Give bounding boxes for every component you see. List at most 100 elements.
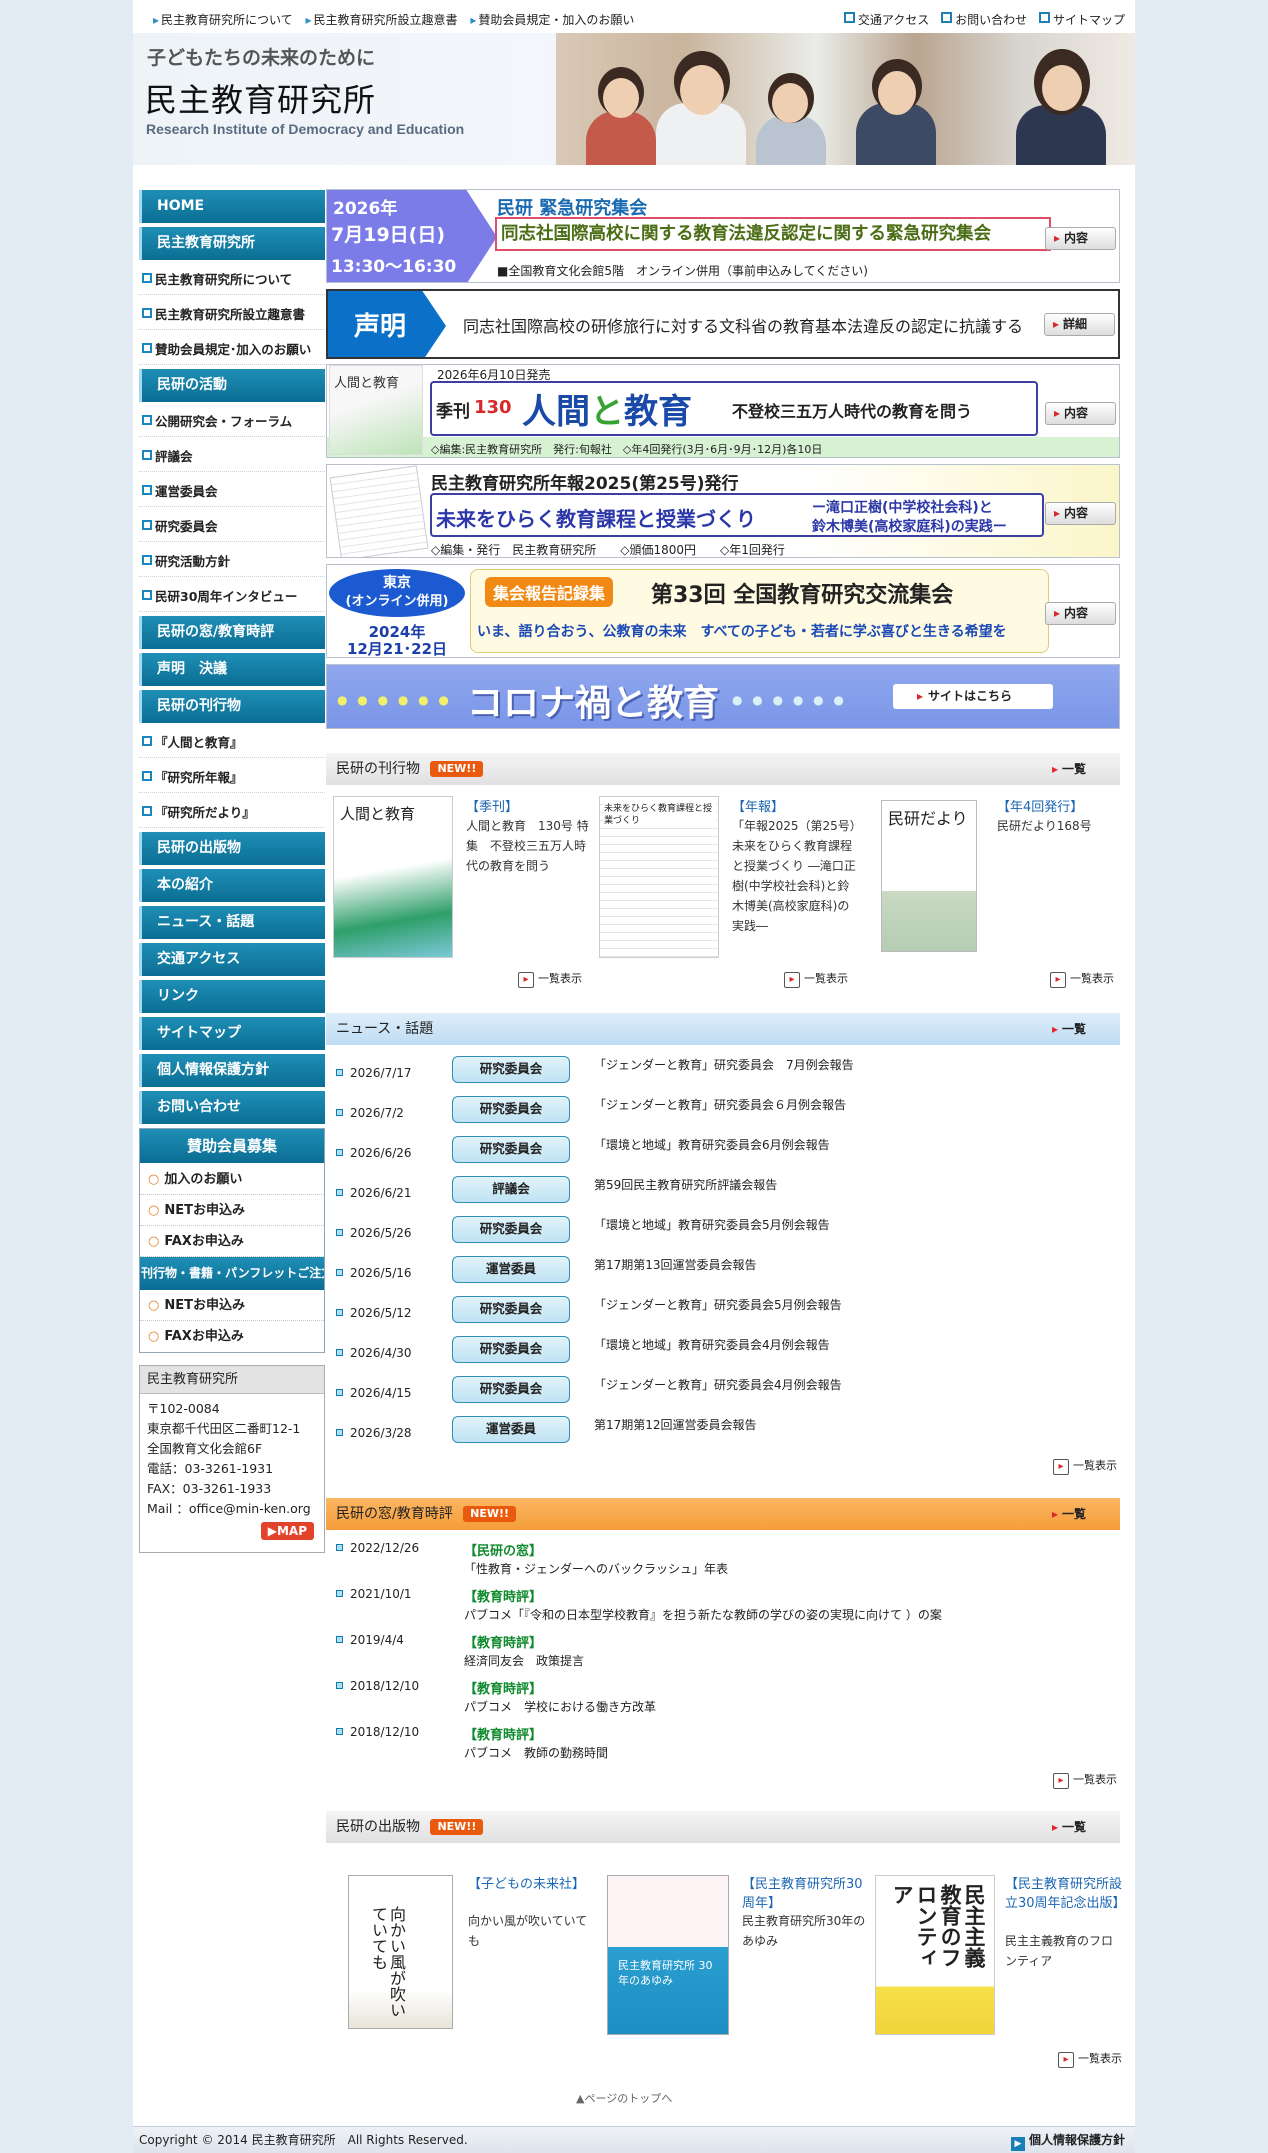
window-more-link[interactable]: 一覧 [1052, 1498, 1086, 1530]
book-item[interactable]: 民主教育研究所 30年のあゆみ 【民主教育研究所30周年】 民主教育研究所30年… [607, 1873, 867, 2038]
sidebar-item-main[interactable]: 民研の活動 [139, 369, 325, 402]
sidebar-item-main[interactable]: リンク [139, 980, 325, 1013]
conference-detail-button[interactable]: 内容 [1045, 602, 1116, 625]
news-title[interactable]: 「環境と地域」教育研究委員会4月例会報告 [594, 1336, 830, 1353]
sidebar-item-sub[interactable]: 運営委員会 [139, 476, 325, 507]
banner-emergency-meeting[interactable]: 2026年 7月19日(日) 13:30～16:30 民研 緊急研究集会 同志社… [326, 189, 1120, 283]
banner-emergency-detail-button[interactable]: 内容 [1045, 227, 1116, 250]
order-fax-link[interactable]: FAXお申込み [140, 1321, 324, 1352]
sidebar-item-main[interactable]: 民主教育研究所 [139, 227, 325, 260]
sidebar-item-main[interactable]: 民研の窓/教育時評 [139, 616, 325, 649]
news-tag[interactable]: 研究委員会 [452, 1376, 570, 1403]
news-tag[interactable]: 運営委員 [452, 1256, 570, 1283]
window-row[interactable]: 2022/12/26 【民研の窓】 「性教育・ジェンダーへのバックラッシュ」年表 [326, 1541, 1120, 1587]
sidebar-item-sub[interactable]: 民研30周年インタビュー [139, 581, 325, 612]
banner-statement[interactable]: 声明 同志社国際高校の研修旅行に対する文科省の教育基本法違反の認定に抗議する 詳… [326, 289, 1120, 359]
top-nav-sitemap[interactable]: サイトマップ [1039, 11, 1125, 28]
sidebar-item-main[interactable]: 交通アクセス [139, 943, 325, 976]
sidebar-item-sub[interactable]: 研究委員会 [139, 511, 325, 542]
top-nav-charter[interactable]: 民主教育研究所設立趣意書 [306, 11, 458, 28]
news-title[interactable]: 「環境と地域」教育研究委員会6月例会報告 [594, 1136, 830, 1153]
news-title[interactable]: 第17期第13回運営委員会報告 [594, 1256, 757, 1273]
window-title[interactable]: 「性教育・ジェンダーへのバックラッシュ」年表 [464, 1560, 728, 1577]
news-tag[interactable]: 研究委員会 [452, 1216, 570, 1243]
news-title[interactable]: 「ジェンダーと教育」研究委員会 7月例会報告 [594, 1056, 854, 1073]
publication-item[interactable]: 人間と教育 【季刊】 人間と教育 130号 特集 不登校三五万人時代の教育を問う [333, 796, 593, 960]
top-nav-about[interactable]: 民主教育研究所について [153, 11, 293, 28]
top-nav-membership[interactable]: 賛助会員規定・加入のお願い [470, 11, 634, 28]
banner-ningen-to-kyoiku[interactable]: 人間と教育 2026年6月10日発売 季刊 130 人間と教育 不登校三五万人時… [326, 364, 1120, 458]
news-title[interactable]: 「ジェンダーと教育」研究委員会4月例会報告 [594, 1376, 842, 1393]
news-title[interactable]: 第59回民主教育研究所評議会報告 [594, 1176, 777, 1193]
window-row[interactable]: 2018/12/10 【教育時評】 パブコメ 教師の勤務時間 [326, 1725, 1120, 1771]
window-row[interactable]: 2021/10/1 【教育時評】 パブコメ「『令和の日本型学校教育』を担う新たな教師… [326, 1587, 1120, 1633]
sidebar-item-sub[interactable]: 賛助会員規定･加入のお願い [139, 334, 325, 365]
sidebar-item-main[interactable]: サイトマップ [139, 1017, 325, 1050]
map-button[interactable]: ▶MAP [260, 1522, 314, 1540]
support-net-link[interactable]: NETお申込み [140, 1195, 324, 1226]
news-row[interactable]: 2026/7/2 研究委員会 「ジェンダーと教育」研究委員会６月例会報告 [326, 1094, 1120, 1134]
sidebar-item-main[interactable]: お問い合わせ [139, 1091, 325, 1124]
sidebar-item-sub[interactable]: 評議会 [139, 441, 325, 472]
statement-detail-button[interactable]: 詳細 [1044, 313, 1115, 336]
publication-list-link[interactable]: 一覧表示 [1050, 970, 1114, 988]
news-row[interactable]: 2026/5/16 運営委員 第17期第13回運営委員会報告 [326, 1254, 1120, 1294]
corona-site-button[interactable]: ▸ サイトはこちら [893, 684, 1053, 709]
top-nav-access[interactable]: 交通アクセス [844, 11, 929, 28]
window-row[interactable]: 2019/4/4 【教育時評】 経済同友会 政策提言 [326, 1633, 1120, 1679]
books-list-link[interactable]: 一覧表示 [1058, 2050, 1122, 2068]
footer-privacy-link[interactable]: ▶ 個人情報保護方針 [1010, 2127, 1125, 2153]
banner-corona-education[interactable]: ● ● ● ● ● ● コロナ禍と教育 ● ● ● ● ● ● ▸ サイトはこちら [326, 664, 1120, 729]
news-row[interactable]: 2026/4/30 研究委員会 「環境と地域」教育研究委員会4月例会報告 [326, 1334, 1120, 1374]
sidebar-item-main[interactable]: ニュース・話題 [139, 906, 325, 939]
news-tag[interactable]: 研究委員会 [452, 1296, 570, 1323]
window-row[interactable]: 2018/12/10 【教育時評】 パブコメ 学校における働き方改革 [326, 1679, 1120, 1725]
top-nav-contact[interactable]: お問い合わせ [941, 11, 1027, 28]
sidebar-item-sub[interactable]: 民主教育研究所について [139, 264, 325, 295]
page-top-link[interactable]: ▲ページのトップへ [576, 2090, 672, 2106]
sidebar-item-sub[interactable]: 公開研究会・フォーラム [139, 406, 325, 437]
news-row[interactable]: 2026/5/26 研究委員会 「環境と地域」教育研究委員会5月例会報告 [326, 1214, 1120, 1254]
news-tag[interactable]: 評議会 [452, 1176, 570, 1203]
publications-more-link[interactable]: 一覧 [1052, 753, 1086, 785]
window-title[interactable]: パブコメ「『令和の日本型学校教育』を担う新たな教師の学びの姿の実現に向けて ）の… [464, 1606, 942, 1623]
news-row[interactable]: 2026/4/15 研究委員会 「ジェンダーと教育」研究委員会4月例会報告 [326, 1374, 1120, 1414]
order-net-link[interactable]: NETお申込み [140, 1290, 324, 1321]
books-more-link[interactable]: 一覧 [1052, 1811, 1086, 1843]
sidebar-item-sub[interactable]: 『研究所年報』 [139, 762, 325, 793]
news-title[interactable]: 「ジェンダーと教育」研究委員会5月例会報告 [594, 1296, 842, 1313]
sidebar-item-sub[interactable]: 『人間と教育』 [139, 727, 325, 758]
book-item[interactable]: 向かい風が吹いていても 【子どもの未来社】 向かい風が吹いていても [348, 1873, 598, 2038]
publication-list-link[interactable]: 一覧表示 [518, 970, 582, 988]
news-row[interactable]: 2026/3/28 運営委員 第17期第12回運営委員会報告 [326, 1414, 1120, 1454]
sidebar-item-main[interactable]: 個人情報保護方針 [139, 1054, 325, 1087]
sidebar-item-main[interactable]: HOME [139, 190, 325, 223]
banner-annual-report[interactable]: 民主教育研究所年報2025(第25号)発行 未来をひらく教育課程と授業づくり ー… [326, 464, 1120, 558]
publication-item[interactable]: 未来をひらく教育課程と授業づくり 【年報】 「年報2025（第25号）未来をひら… [599, 796, 859, 960]
news-list-link[interactable]: 一覧表示 [1053, 1457, 1117, 1475]
sidebar-item-main[interactable]: 民研の出版物 [139, 832, 325, 865]
book-item[interactable]: 民主主義 教育のフロンティア 【民主教育研究所設立30周年記念出版】 民主主義教… [875, 1873, 1126, 2038]
sidebar-item-main[interactable]: 本の紹介 [139, 869, 325, 902]
window-title[interactable]: 経済同友会 政策提言 [464, 1652, 584, 1669]
sidebar-item-sub[interactable]: 民主教育研究所設立趣意書 [139, 299, 325, 330]
news-tag[interactable]: 研究委員会 [452, 1336, 570, 1363]
news-row[interactable]: 2026/6/21 評議会 第59回民主教育研究所評議会報告 [326, 1174, 1120, 1214]
window-title[interactable]: パブコメ 学校における働き方改革 [464, 1698, 656, 1715]
news-row[interactable]: 2026/6/26 研究委員会 「環境と地域」教育研究委員会6月例会報告 [326, 1134, 1120, 1174]
news-tag[interactable]: 研究委員会 [452, 1136, 570, 1163]
support-join-link[interactable]: 加入のお願い [140, 1164, 324, 1195]
news-title[interactable]: 「ジェンダーと教育」研究委員会６月例会報告 [594, 1096, 846, 1113]
site-title[interactable]: 民主教育研究所 [145, 75, 376, 121]
window-title[interactable]: パブコメ 教師の勤務時間 [464, 1744, 608, 1761]
news-title[interactable]: 「環境と地域」教育研究委員会5月例会報告 [594, 1216, 830, 1233]
sidebar-item-main[interactable]: 声明 決議 [139, 653, 325, 686]
magazine-detail-button[interactable]: 内容 [1045, 402, 1116, 425]
news-row[interactable]: 2026/7/17 研究委員会 「ジェンダーと教育」研究委員会 7月例会報告 [326, 1054, 1120, 1094]
sidebar-item-sub[interactable]: 研究活動方針 [139, 546, 325, 577]
window-list-link[interactable]: 一覧表示 [1053, 1771, 1117, 1789]
news-row[interactable]: 2026/5/12 研究委員会 「ジェンダーと教育」研究委員会5月例会報告 [326, 1294, 1120, 1334]
publication-list-link[interactable]: 一覧表示 [784, 970, 848, 988]
sidebar-item-main[interactable]: 民研の刊行物 [139, 690, 325, 723]
news-title[interactable]: 第17期第12回運営委員会報告 [594, 1416, 757, 1433]
